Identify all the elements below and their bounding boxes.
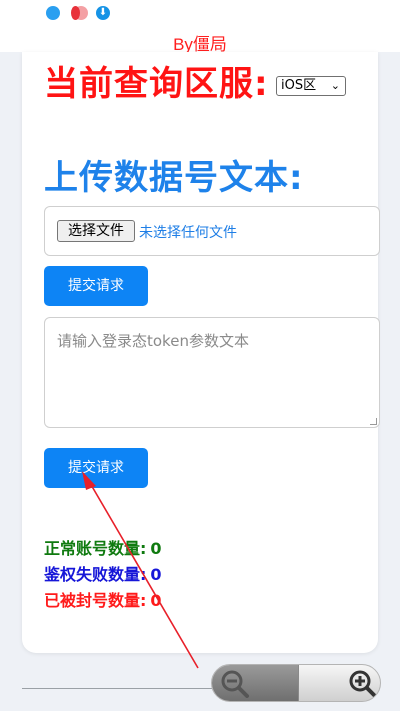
annotation-arrow [82,471,199,669]
